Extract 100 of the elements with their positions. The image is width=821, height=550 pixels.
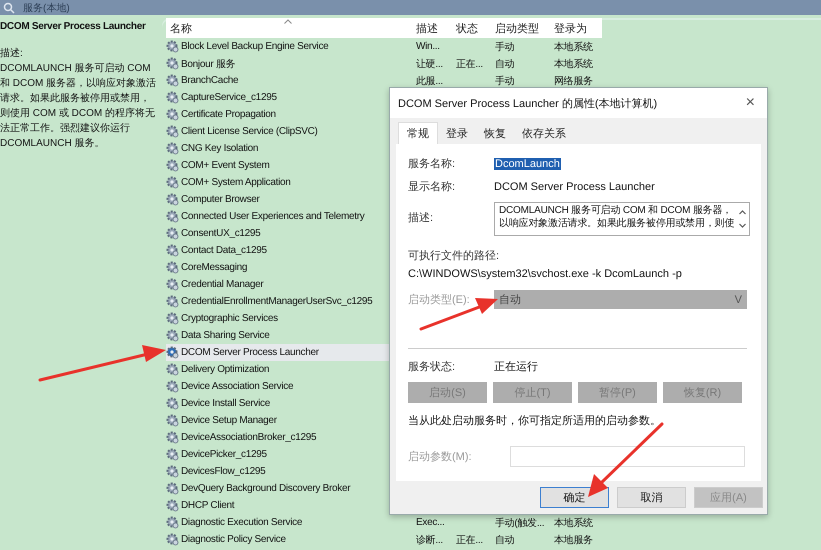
service-name-value: DcomLaunch bbox=[494, 158, 561, 170]
field-label: 服务名称: bbox=[408, 157, 456, 171]
scroll-arrows-icon bbox=[738, 208, 747, 230]
service-name: CredentialEnrollmentManagerUserSvc_c1295 bbox=[181, 296, 372, 307]
gear-icon bbox=[166, 244, 179, 257]
gear-icon bbox=[166, 363, 179, 376]
gear-icon bbox=[166, 176, 179, 189]
gear-icon bbox=[166, 142, 179, 155]
gear-icon bbox=[166, 397, 179, 410]
dialog-button[interactable]: 确定 bbox=[540, 487, 609, 508]
service-name: CoreMessaging bbox=[181, 262, 248, 273]
service-name: DCOM Server Process Launcher bbox=[181, 347, 319, 358]
dialog-title: DCOM Server Process Launcher 的属性(本地计算机) bbox=[398, 96, 658, 110]
display-name-value: DCOM Server Process Launcher bbox=[494, 180, 655, 192]
column-header[interactable]: 名称 bbox=[166, 20, 412, 36]
close-button[interactable]: × bbox=[742, 94, 759, 112]
gear-icon bbox=[166, 431, 179, 444]
gear-icon bbox=[166, 295, 179, 308]
service-name: Data Sharing Service bbox=[181, 330, 270, 341]
service-row[interactable]: Diagnostic Execution Service Exec... 手动(触发... 本地系统 bbox=[166, 514, 602, 531]
gear-icon bbox=[166, 312, 179, 325]
search-icon bbox=[3, 2, 15, 14]
service-row[interactable]: BranchCache 此服... 手动 网络服务 bbox=[166, 72, 602, 89]
service-name: Diagnostic Policy Service bbox=[181, 534, 286, 545]
service-name: Client License Service (ClipSVC) bbox=[181, 126, 318, 137]
field-label: 显示名称: bbox=[408, 180, 456, 194]
gear-icon bbox=[166, 533, 179, 546]
column-header[interactable]: 状态 bbox=[452, 20, 491, 36]
service-row[interactable]: Data Sharing Service bbox=[166, 327, 602, 344]
service-row[interactable]: Block Level Backup Engine Service Win... 手动 本地系统 bbox=[166, 38, 602, 55]
service-name: Delivery Optimization bbox=[181, 364, 270, 375]
table-cell: 自动 bbox=[495, 534, 514, 546]
service-row[interactable]: Cryptographic Services bbox=[166, 310, 602, 327]
gear-icon bbox=[166, 74, 179, 87]
gear-icon bbox=[166, 40, 179, 53]
service-name: Bonjour 服务 bbox=[181, 58, 236, 70]
gear-icon bbox=[166, 346, 179, 359]
gear-icon bbox=[166, 380, 179, 393]
column-header[interactable]: 启动类型 bbox=[491, 20, 550, 36]
service-row[interactable]: Bonjour 服务 让硬... 正在... 自动 本地系统 bbox=[166, 55, 602, 72]
service-name: Device Association Service bbox=[181, 381, 294, 392]
field-label: 启动参数(M): bbox=[408, 450, 473, 464]
service-name: DevicePicker_c1295 bbox=[181, 449, 267, 460]
service-name: Device Install Service bbox=[181, 398, 270, 409]
gear-icon bbox=[166, 448, 179, 461]
service-row[interactable]: Diagnostic Policy Service 诊断... 正在... 自动 本地服务 bbox=[166, 531, 602, 548]
service-name: COM+ System Application bbox=[181, 177, 291, 188]
service-name: Contact Data_c1295 bbox=[181, 245, 267, 256]
table-cell: 网络服务 bbox=[554, 76, 593, 86]
service-name: Diagnostic Execution Service bbox=[181, 517, 302, 528]
status-value: 正在运行 bbox=[494, 360, 538, 374]
service-name: Connected User Experiences and Telemetry bbox=[181, 211, 364, 222]
field-label: 启动类型(E): bbox=[408, 292, 471, 307]
sort-caret-icon bbox=[284, 19, 292, 24]
gear-icon bbox=[166, 499, 179, 512]
column-header[interactable]: 描述 bbox=[412, 20, 452, 36]
service-name: Computer Browser bbox=[181, 194, 260, 205]
table-cell: 本地系统 bbox=[554, 518, 593, 528]
column-header[interactable]: 登录为 bbox=[550, 20, 602, 36]
gear-icon bbox=[166, 278, 179, 291]
table-cell: 让硬... bbox=[416, 58, 443, 70]
window-title: 服务(本地) bbox=[23, 2, 70, 14]
service-title: DCOM Server Process Launcher bbox=[0, 21, 147, 32]
gear-icon bbox=[166, 210, 179, 223]
service-row[interactable]: DeviceAssociationBroker_c1295 bbox=[166, 429, 602, 446]
table-cell: 诊断... bbox=[416, 534, 443, 546]
field-label: 描述: bbox=[408, 211, 434, 225]
gear-icon bbox=[166, 108, 179, 121]
service-name: DHCP Client bbox=[181, 500, 234, 511]
table-cell: Win... bbox=[416, 41, 440, 52]
table-cell: 手动(触发... bbox=[495, 518, 544, 528]
service-name: Cryptographic Services bbox=[181, 313, 278, 324]
table-cell: 手动 bbox=[495, 42, 514, 52]
gear-icon bbox=[166, 227, 179, 240]
description-field[interactable]: DCOMLAUNCH 服务可启动 COM 和 DCOM 服务器， 以响应对象激活请求。如果此服务被停用或禁用，则使 bbox=[494, 202, 750, 236]
service-name: DevicesFlow_c1295 bbox=[181, 466, 266, 477]
gear-icon bbox=[166, 91, 179, 104]
table-cell: 正在... bbox=[456, 58, 483, 70]
table-cell: 正在... bbox=[456, 534, 483, 546]
gear-icon bbox=[166, 516, 179, 529]
gear-icon bbox=[166, 159, 179, 172]
table-cell: 此服... bbox=[416, 76, 443, 86]
gear-icon bbox=[166, 465, 179, 478]
gear-icon bbox=[166, 329, 179, 342]
table-cell: 自动 bbox=[495, 58, 514, 70]
service-row[interactable]: DevicesFlow_c1295 bbox=[166, 463, 602, 480]
service-name: Credential Manager bbox=[181, 279, 264, 290]
service-name: ConsentUX_c1295 bbox=[181, 228, 260, 239]
service-name: DevQuery Background Discovery Broker bbox=[181, 483, 350, 494]
table-cell: 本地服务 bbox=[554, 534, 593, 546]
gear-icon bbox=[166, 125, 179, 138]
service-name: Block Level Backup Engine Service bbox=[181, 41, 328, 52]
tab[interactable]: 常规 bbox=[398, 122, 438, 144]
dialog-button[interactable]: 取消 bbox=[617, 487, 686, 508]
table-cell: Exec... bbox=[416, 517, 444, 528]
description-text: DCOMLAUNCH 服务可启动 COM 和 DCOM 服务器，以响应对象激活请求。如果此服务被停用或禁用，则使用 COM 或 DCOM 的程序将无法正常工作。强烈建议你运行 DCOMLAUNCH 服务。 bbox=[0, 62, 158, 151]
service-name: Certificate Propagation bbox=[181, 109, 276, 120]
gear-icon bbox=[166, 261, 179, 274]
service-name: CNG Key Isolation bbox=[181, 143, 258, 154]
table-cell: 手动 bbox=[495, 76, 514, 86]
